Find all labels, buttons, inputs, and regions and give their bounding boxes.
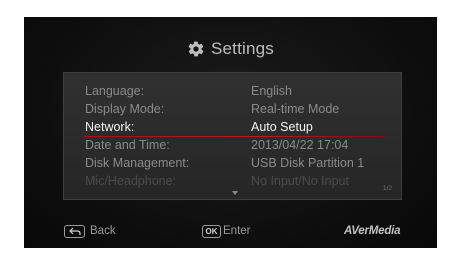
enter-label: Enter — [223, 225, 251, 237]
menu-item-value: 2013/04/22 17:04 — [251, 138, 349, 152]
menu-item-language[interactable]: Language: English — [64, 83, 401, 100]
settings-screen: Settings Language: English Display Mode:… — [24, 17, 437, 248]
page-indicator: 1/2 — [382, 185, 392, 192]
menu-item-label: Mic/Headphone: — [85, 174, 177, 188]
menu-item-disk-management[interactable]: Disk Management: USB Disk Partition 1 — [64, 155, 401, 172]
footer-bar: Back OK Enter AVerMedia — [24, 224, 437, 240]
menu-item-date-time[interactable]: Date and Time: 2013/04/22 17:04 — [64, 137, 401, 154]
menu-item-label: Disk Management: — [85, 156, 190, 170]
gear-icon — [188, 41, 204, 57]
settings-menu: Language: English Display Mode: Real-tim… — [63, 72, 402, 200]
menu-item-mic-headphone[interactable]: Mic/Headphone: No Input/No Input — [64, 173, 401, 190]
menu-item-label: Date and Time: — [85, 138, 170, 152]
back-button[interactable] — [64, 225, 85, 238]
page-header: Settings — [24, 37, 437, 61]
menu-item-label: Display Mode: — [85, 102, 165, 116]
menu-item-value: English — [251, 84, 292, 98]
back-arrow-icon — [68, 227, 81, 235]
menu-item-network[interactable]: Network: Auto Setup — [64, 119, 401, 137]
menu-item-value: Auto Setup — [251, 120, 313, 134]
back-label: Back — [90, 225, 116, 237]
menu-item-value: No Input/No Input — [251, 174, 349, 188]
chevron-down-icon[interactable] — [232, 191, 238, 195]
brand-logo: AVerMedia — [344, 225, 401, 237]
page-title: Settings — [210, 39, 275, 58]
ok-button[interactable]: OK — [202, 225, 221, 238]
menu-item-value: USB Disk Partition 1 — [251, 156, 365, 170]
menu-item-display-mode[interactable]: Display Mode: Real-time Mode — [64, 101, 401, 118]
menu-item-label: Network: — [85, 120, 135, 134]
menu-item-label: Language: — [85, 84, 145, 98]
menu-item-value: Real-time Mode — [251, 102, 340, 116]
